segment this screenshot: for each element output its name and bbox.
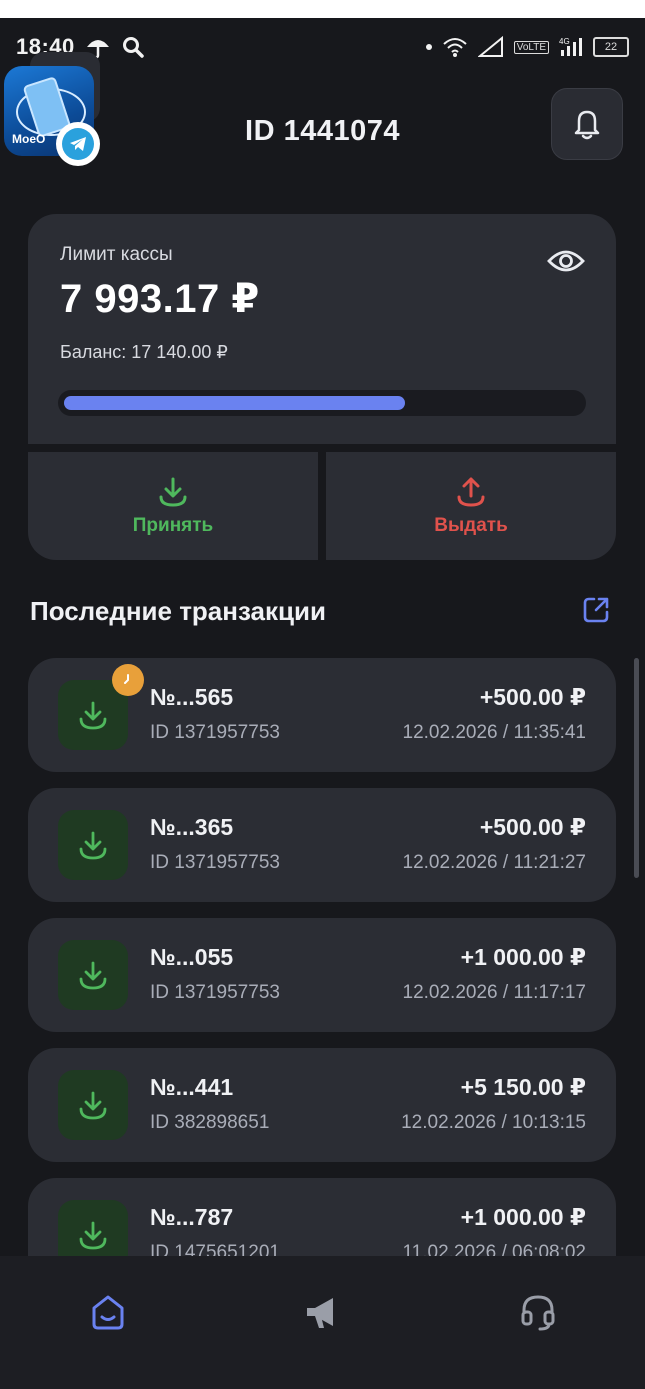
- limit-amount: 7 993.17 ₽: [60, 277, 260, 321]
- transaction-payer-id: ID 382898651: [150, 1112, 270, 1133]
- transaction-item[interactable]: №...441 ID 382898651 +5 150.00 ₽ 12.02.2026…: [28, 1048, 616, 1162]
- app-logo-label: МоеО: [12, 132, 46, 146]
- transaction-item[interactable]: №...565 ID 1371957753 +500.00 ₽ 12.02.2026 …: [28, 658, 616, 772]
- external-link-icon: [583, 597, 609, 623]
- floating-app-icon[interactable]: МоеО: [0, 48, 110, 166]
- notifications-button[interactable]: [551, 88, 623, 160]
- scrollbar[interactable]: [634, 658, 639, 878]
- transaction-number: №...441: [150, 1074, 234, 1100]
- download-icon: [79, 1091, 107, 1120]
- download-icon: [79, 701, 107, 730]
- transaction-amount: +500.00 ₽: [479, 684, 586, 710]
- limit-progress-bar: [58, 390, 586, 416]
- open-all-transactions-button[interactable]: [580, 594, 612, 626]
- transaction-payer-id: ID 1371957753: [150, 722, 280, 743]
- transaction-datetime: 12.02.2026 / 11:21:27: [402, 852, 586, 873]
- transaction-amount: +1 000.00 ₽: [460, 944, 586, 970]
- app-screen: 18:40 VoLTE 4G 22 ID 1441074 МоеО Лимит …: [0, 18, 645, 1389]
- cell-signal-icon: 4G: [559, 37, 582, 56]
- clock-icon: [124, 674, 129, 684]
- incoming-transaction-icon: [58, 810, 128, 880]
- transactions-list: №...565 ID 1371957753 +500.00 ₽ 12.02.2026 …: [28, 658, 616, 1308]
- search-icon: [122, 37, 144, 58]
- balance-text: Баланс: 17 140.00 ₽: [60, 342, 228, 362]
- incoming-transaction-icon: [58, 1070, 128, 1140]
- upload-icon: [457, 477, 485, 507]
- recent-transactions-title: Последние транзакции: [30, 596, 326, 626]
- page-title: ID 1441074: [245, 114, 400, 147]
- download-icon: [79, 961, 107, 990]
- transaction-amount: +5 150.00 ₽: [460, 1074, 586, 1100]
- transaction-item[interactable]: №...055 ID 1371957753 +1 000.00 ₽ 12.02.202…: [28, 918, 616, 1032]
- transaction-datetime: 12.02.2026 / 11:35:41: [402, 722, 586, 743]
- transaction-number: №...565: [150, 684, 234, 710]
- download-icon: [79, 1221, 107, 1250]
- wifi-icon: [443, 38, 467, 57]
- transaction-number: №...055: [150, 944, 234, 970]
- nav-support[interactable]: [508, 1282, 568, 1342]
- nav-home[interactable]: [78, 1282, 138, 1342]
- telegram-badge: [56, 122, 100, 166]
- transaction-item[interactable]: №...365 ID 1371957753 +500.00 ₽ 12.02.2026 …: [28, 788, 616, 902]
- svg-text:4G: 4G: [559, 37, 570, 46]
- bottom-navigation: [0, 1256, 645, 1389]
- accept-label: Принять: [132, 515, 214, 536]
- download-icon: [159, 477, 187, 507]
- transaction-payer-id: ID 1371957753: [150, 852, 280, 873]
- transaction-number: №...787: [150, 1204, 234, 1230]
- accept-button[interactable]: Принять: [28, 452, 318, 560]
- cash-limit-card: Лимит кассы 7 993.17 ₽ Баланс: 17 140.00…: [28, 214, 616, 444]
- transaction-amount: +500.00 ₽: [479, 814, 586, 840]
- home-icon: [92, 1295, 123, 1330]
- transaction-number: №...365: [150, 814, 234, 840]
- battery-indicator: 22: [593, 37, 629, 57]
- transaction-datetime: 12.02.2026 / 10:13:15: [401, 1112, 586, 1133]
- action-buttons: Принять Выдать: [28, 452, 616, 560]
- eye-icon: [547, 250, 585, 272]
- nav-announcements[interactable]: [293, 1282, 353, 1342]
- limit-label: Лимит кассы: [60, 244, 173, 265]
- download-icon: [79, 831, 107, 860]
- issue-label: Выдать: [434, 515, 508, 536]
- limit-progress-fill: [64, 396, 405, 410]
- bell-icon: [574, 110, 600, 140]
- transaction-payer-id: ID 1371957753: [150, 982, 280, 1003]
- toggle-visibility-button[interactable]: [546, 246, 586, 276]
- transaction-amount: +1 000.00 ₽: [460, 1204, 586, 1230]
- issue-button[interactable]: Выдать: [326, 452, 616, 560]
- signal-outline-icon: [477, 36, 503, 57]
- notification-dot: [425, 44, 432, 50]
- headset-icon: [521, 1295, 554, 1331]
- telegram-icon: [70, 137, 86, 151]
- volte-indicator: VoLTE: [513, 40, 549, 54]
- pending-clock-badge: [112, 664, 144, 696]
- incoming-transaction-icon: [58, 940, 128, 1010]
- megaphone-icon: [306, 1298, 333, 1328]
- transaction-datetime: 12.02.2026 / 11:17:17: [402, 982, 586, 1003]
